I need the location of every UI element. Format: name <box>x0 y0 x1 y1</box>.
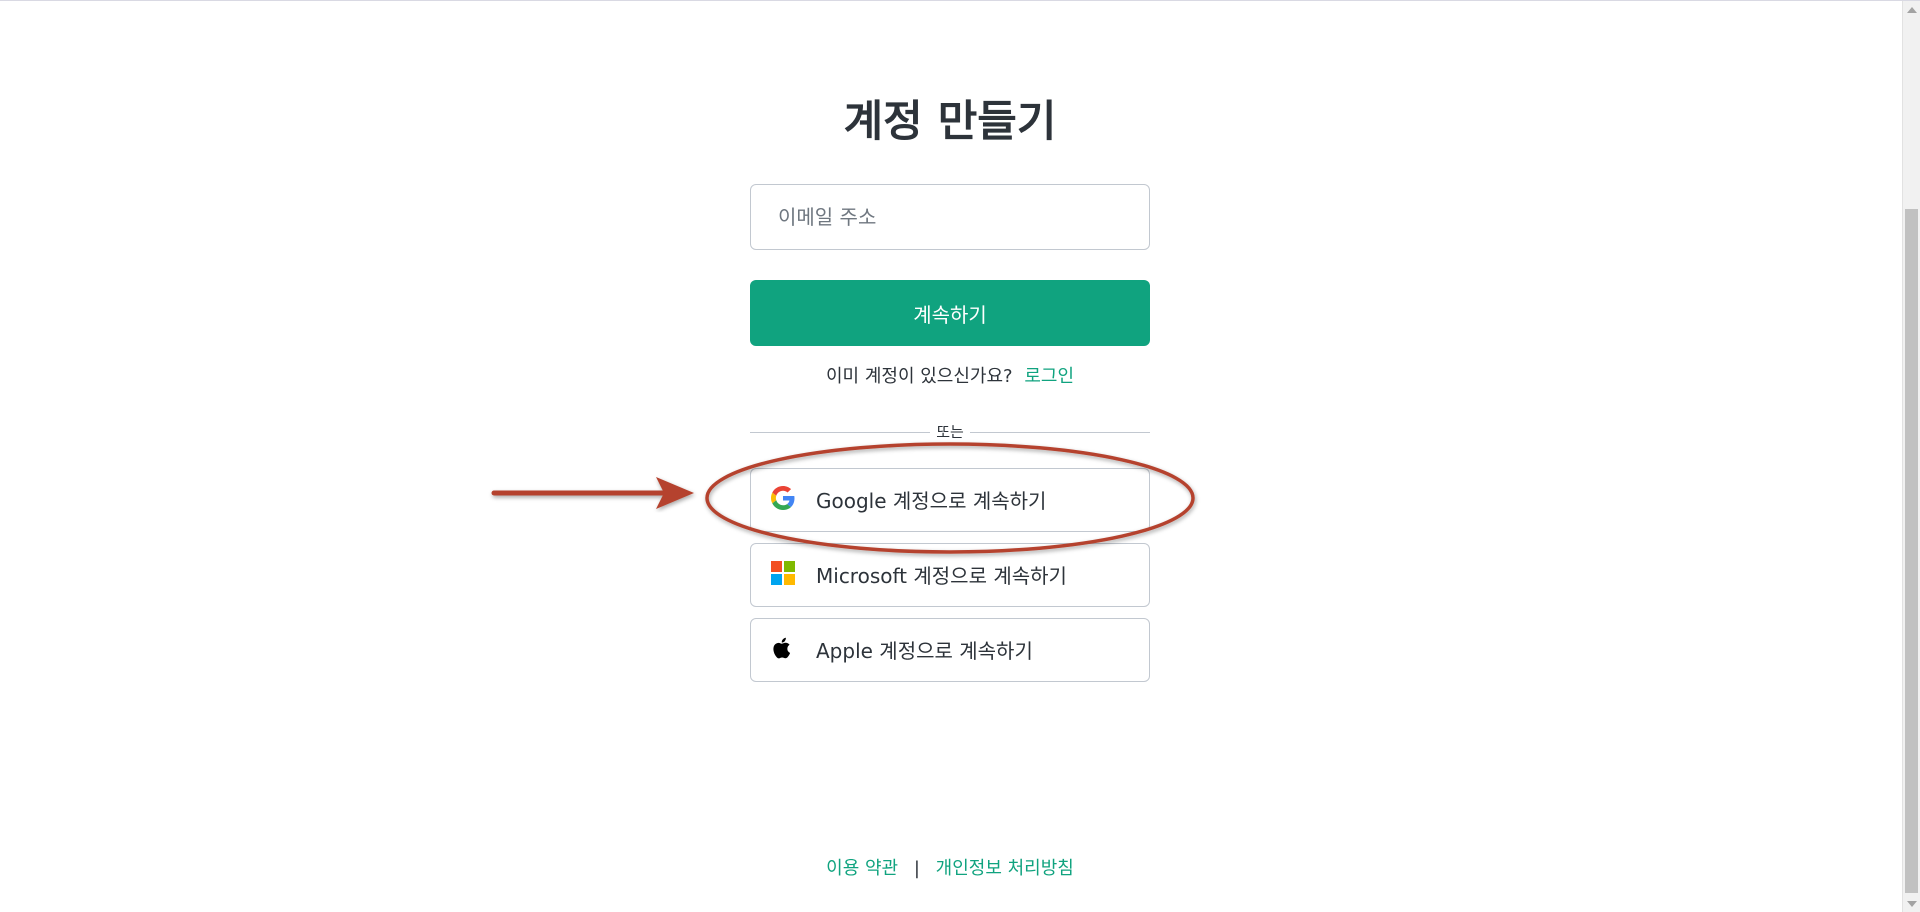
microsoft-icon <box>771 561 795 585</box>
login-prompt-row: 이미 계정이 있으신가요? 로그인 <box>750 364 1150 390</box>
scroll-down-icon[interactable] <box>1907 901 1917 907</box>
microsoft-continue-button[interactable]: Microsoft 계정으로 계속하기 <box>750 543 1150 607</box>
vertical-scrollbar[interactable] <box>1902 1 1920 912</box>
apple-icon <box>773 637 791 659</box>
google-button-label: Google 계정으로 계속하기 <box>816 489 1047 513</box>
continue-button[interactable]: 계속하기 <box>750 280 1150 346</box>
annotation-arrow <box>491 477 694 509</box>
signup-page: 계정 만들기 계속하기 이미 계정이 있으신가요? 로그인 또는 Google … <box>0 0 1920 912</box>
terms-link[interactable]: 이용 약관 <box>826 858 898 879</box>
google-continue-button[interactable]: Google 계정으로 계속하기 <box>750 468 1150 532</box>
divider-label-wrap: 또는 <box>750 421 1150 442</box>
divider-label: 또는 <box>930 423 970 441</box>
privacy-link[interactable]: 개인정보 처리방침 <box>936 858 1074 879</box>
scroll-thumb[interactable] <box>1905 209 1918 893</box>
scroll-up-icon[interactable] <box>1907 7 1917 13</box>
google-icon <box>771 486 795 510</box>
microsoft-button-label: Microsoft 계정으로 계속하기 <box>816 564 1067 588</box>
login-prompt-text: 이미 계정이 있으신가요? <box>825 366 1013 387</box>
apple-button-label: Apple 계정으로 계속하기 <box>816 639 1033 663</box>
login-link[interactable]: 로그인 <box>1024 366 1074 387</box>
apple-continue-button[interactable]: Apple 계정으로 계속하기 <box>750 618 1150 682</box>
page-title: 계정 만들기 <box>843 97 1057 147</box>
email-field[interactable] <box>750 184 1150 250</box>
footer-separator: | <box>913 858 920 879</box>
footer-links: 이용 약관 | 개인정보 처리방침 <box>750 856 1150 882</box>
